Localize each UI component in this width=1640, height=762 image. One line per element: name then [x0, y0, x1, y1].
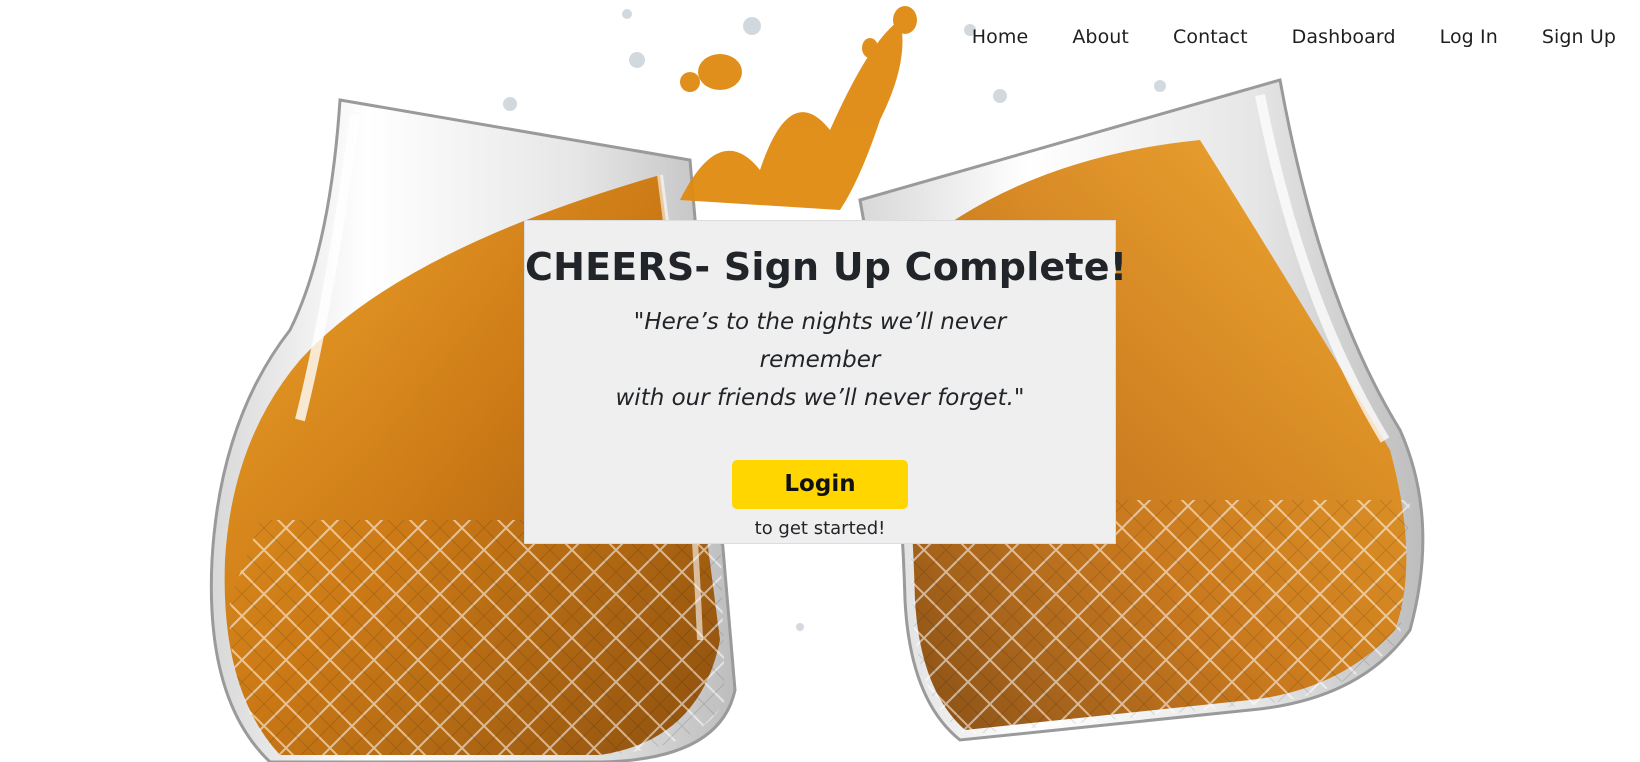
- signup-complete-card: CHEERS- Sign Up Complete! "Here’s to the…: [524, 220, 1128, 544]
- nav-home-link[interactable]: Home: [950, 22, 1051, 52]
- nav-login-link[interactable]: Log In: [1418, 22, 1520, 52]
- quote-line-2: with our friends we’ll never forget.": [615, 385, 1025, 411]
- nav-signup-link[interactable]: Sign Up: [1520, 22, 1616, 52]
- toast-quote: "Here’s to the nights we’ll never rememb…: [570, 303, 1070, 417]
- get-started-text: to get started!: [754, 518, 886, 539]
- login-button[interactable]: Login: [732, 460, 908, 509]
- nav-about-link[interactable]: About: [1050, 22, 1151, 52]
- quote-line-1: "Here’s to the nights we’ll never rememb…: [633, 309, 1007, 373]
- top-navigation: Home About Contact Dashboard Log In Sign…: [950, 22, 1616, 52]
- nav-contact-link[interactable]: Contact: [1151, 22, 1270, 52]
- page-title: CHEERS- Sign Up Complete!: [525, 245, 1128, 289]
- nav-dashboard-link[interactable]: Dashboard: [1270, 22, 1418, 52]
